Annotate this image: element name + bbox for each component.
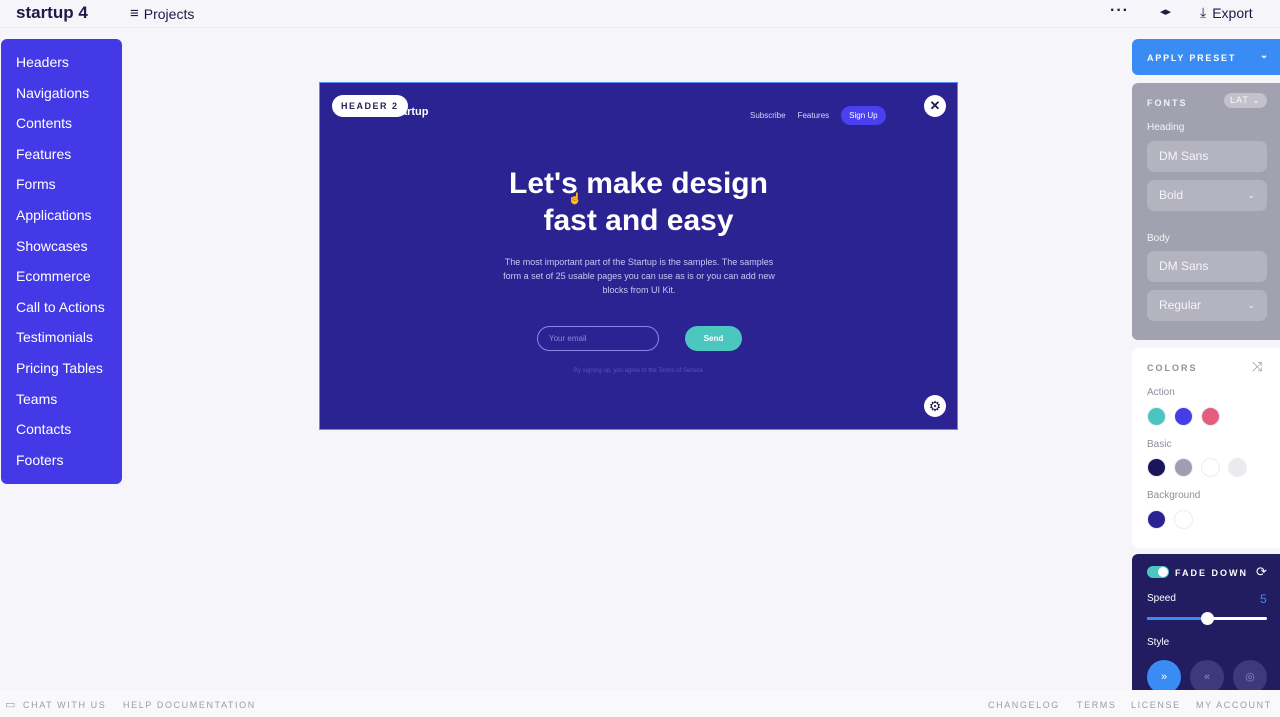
projects-label: Projects bbox=[143, 5, 195, 22]
gear-icon[interactable]: ⚙ bbox=[924, 395, 946, 417]
nav-link-subscribe[interactable]: Subscribe bbox=[750, 111, 786, 120]
terms-note: By signing up, you agree to the Terms of… bbox=[574, 368, 703, 374]
shuffle-icon[interactable]: ⤨ bbox=[1252, 359, 1262, 375]
basic-colors-label: Basic bbox=[1147, 439, 1172, 450]
email-input[interactable]: Your email bbox=[537, 326, 659, 351]
hero-description: The most important part of the Startup i… bbox=[503, 257, 775, 295]
basic-color-swatch[interactable] bbox=[1228, 458, 1247, 477]
animation-title: FADE DOWN bbox=[1175, 568, 1248, 578]
colors-panel: COLORS ⤨ Action Basic Background bbox=[1132, 348, 1280, 548]
block-category-sidebar: Headers Navigations Contents Features Fo… bbox=[1, 39, 122, 484]
background-color-swatch[interactable] bbox=[1147, 510, 1166, 529]
sidebar-item-showcases[interactable]: Showcases bbox=[1, 231, 122, 262]
action-swatches bbox=[1147, 407, 1220, 426]
colors-title: COLORS bbox=[1147, 363, 1198, 373]
animation-panel: FADE DOWN ⟳ Speed 5 Style » « ◎ bbox=[1132, 554, 1280, 694]
action-color-swatch[interactable] bbox=[1174, 407, 1193, 426]
body-font-label: Body bbox=[1147, 233, 1170, 244]
hamburger-icon: ≡ bbox=[130, 5, 139, 22]
heading-weight-select[interactable]: Bold ⌄ bbox=[1147, 180, 1267, 211]
download-icon: ⤓ bbox=[1200, 4, 1207, 20]
fonts-panel: FONTS LAT ⌄ Heading DM Sans Bold ⌄ Body D… bbox=[1132, 83, 1280, 340]
chat-icon: ▭ bbox=[5, 699, 17, 711]
body-weight-value: Regular bbox=[1159, 298, 1202, 312]
send-button[interactable]: Send bbox=[685, 326, 742, 351]
background-swatches bbox=[1147, 510, 1193, 529]
background-colors-label: Background bbox=[1147, 490, 1201, 501]
export-button[interactable]: ⤓ Export bbox=[1200, 4, 1253, 21]
heading-font-label: Heading bbox=[1147, 122, 1185, 133]
license-link[interactable]: LICENSE bbox=[1131, 700, 1181, 710]
action-colors-label: Action bbox=[1147, 387, 1175, 398]
projects-menu-button[interactable]: ≡ Projects bbox=[130, 5, 194, 22]
hero-heading-line-1: Let's make design bbox=[509, 167, 768, 200]
chevron-down-icon: ⌄ bbox=[1247, 300, 1255, 310]
export-label: Export bbox=[1212, 4, 1253, 21]
style-label: Style bbox=[1147, 637, 1170, 648]
help-documentation-link[interactable]: HELP DOCUMENTATION bbox=[123, 700, 256, 710]
basic-swatches bbox=[1147, 458, 1247, 477]
style-zoom-button[interactable]: ◎ bbox=[1233, 660, 1267, 694]
heading-font-select[interactable]: DM Sans bbox=[1147, 141, 1267, 172]
sidebar-item-teams[interactable]: Teams bbox=[1, 384, 122, 415]
more-options-icon[interactable]: ··· bbox=[1110, 2, 1129, 20]
action-color-swatch[interactable] bbox=[1147, 407, 1166, 426]
sidebar-item-forms[interactable]: Forms bbox=[1, 169, 122, 200]
toggle-knob bbox=[1158, 567, 1168, 577]
pointer-cursor-icon: ☝ bbox=[568, 193, 582, 205]
sidebar-item-contents[interactable]: Contents bbox=[1, 108, 122, 139]
style-fade-down-button[interactable]: » bbox=[1147, 660, 1181, 694]
sidebar-item-contacts[interactable]: Contacts bbox=[1, 414, 122, 445]
nav-link-features[interactable]: Features bbox=[798, 111, 830, 120]
sidebar-item-headers[interactable]: Headers bbox=[1, 47, 122, 78]
sidebar-item-footers[interactable]: Footers bbox=[1, 445, 122, 476]
terms-link[interactable]: TERMS bbox=[1077, 700, 1117, 710]
apply-preset-dropdown[interactable]: APPLY PRESET ⌄ bbox=[1132, 39, 1280, 75]
sidebar-item-features[interactable]: Features bbox=[1, 139, 122, 170]
sidebar-item-applications[interactable]: Applications bbox=[1, 200, 122, 231]
chevron-down-icon: ⌄ bbox=[1247, 190, 1255, 200]
speed-slider[interactable] bbox=[1147, 612, 1267, 625]
sidebar-item-testimonials[interactable]: Testimonials bbox=[1, 322, 122, 353]
speed-value: 5 bbox=[1260, 592, 1267, 606]
chat-with-us-link[interactable]: CHAT WITH US bbox=[23, 700, 106, 710]
sign-up-button[interactable]: Sign Up bbox=[841, 106, 886, 125]
chevron-down-icon: ⌄ bbox=[1252, 95, 1261, 105]
basic-color-swatch[interactable] bbox=[1201, 458, 1220, 477]
chevron-down-icon: ⌄ bbox=[1259, 50, 1270, 61]
sidebar-item-navigations[interactable]: Navigations bbox=[1, 78, 122, 109]
apply-preset-label: APPLY PRESET bbox=[1147, 53, 1237, 63]
style-fade-up-button[interactable]: « bbox=[1190, 660, 1224, 694]
body-weight-select[interactable]: Regular ⌄ bbox=[1147, 290, 1267, 321]
charset-value: LAT bbox=[1230, 95, 1249, 105]
hero-heading: Let's make design fast and easy bbox=[320, 165, 957, 239]
changelog-link[interactable]: CHANGELOG bbox=[988, 700, 1060, 710]
body-font-select[interactable]: DM Sans bbox=[1147, 251, 1267, 282]
basic-color-swatch[interactable] bbox=[1147, 458, 1166, 477]
sidebar-item-ecommerce[interactable]: Ecommerce bbox=[1, 261, 122, 292]
speed-label: Speed bbox=[1147, 593, 1176, 604]
basic-color-swatch[interactable] bbox=[1174, 458, 1193, 477]
refresh-icon[interactable]: ⟳ bbox=[1256, 564, 1267, 580]
preview-nav: Subscribe Features Sign Up bbox=[750, 106, 886, 125]
animation-toggle[interactable] bbox=[1147, 566, 1169, 578]
sidebar-item-pricing-tables[interactable]: Pricing Tables bbox=[1, 353, 122, 384]
close-icon[interactable]: ✕ bbox=[924, 95, 946, 117]
app-logo[interactable]: startup 4 bbox=[16, 3, 88, 23]
charset-dropdown[interactable]: LAT ⌄ bbox=[1224, 93, 1267, 108]
top-bar: startup 4 ≡ Projects ··· ◂▸ ⤓ Export bbox=[0, 0, 1280, 28]
speed-slider-fill bbox=[1147, 617, 1207, 620]
sidebar-item-call-to-actions[interactable]: Call to Actions bbox=[1, 292, 122, 323]
hero-heading-line-2: fast and easy bbox=[543, 204, 734, 237]
background-color-swatch[interactable] bbox=[1174, 510, 1193, 529]
speed-slider-thumb[interactable] bbox=[1201, 612, 1214, 625]
my-account-link[interactable]: MY ACCOUNT bbox=[1196, 700, 1272, 710]
fonts-title: FONTS bbox=[1147, 98, 1188, 108]
split-view-icon[interactable]: ◂▸ bbox=[1160, 5, 1171, 18]
heading-weight-value: Bold bbox=[1159, 188, 1184, 202]
block-name-badge: HEADER 2 bbox=[332, 95, 408, 117]
action-color-swatch[interactable] bbox=[1201, 407, 1220, 426]
footer-bar: ▭ CHAT WITH US HELP DOCUMENTATION CHANGE… bbox=[0, 690, 1280, 717]
header-block-preview[interactable]: Startup HEADER 2 Subscribe Features Sign… bbox=[319, 82, 958, 430]
